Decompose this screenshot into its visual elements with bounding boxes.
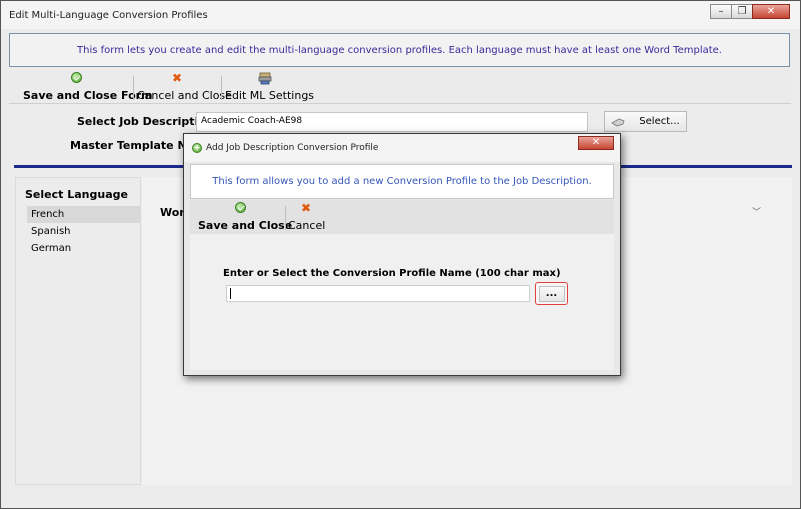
green-check-icon <box>234 202 246 213</box>
chevron-down-icon[interactable]: ﹀ <box>752 205 761 218</box>
browse-button-label: ... <box>545 288 558 299</box>
job-description-field[interactable]: Academic Coach-AE98 <box>196 112 588 132</box>
form-info-text: This form lets you create and edit the m… <box>77 44 722 56</box>
dialog-close-icon[interactable]: ✕ <box>578 136 614 150</box>
settings-stack-icon <box>258 72 272 85</box>
dialog-cancel-label: Cancel <box>288 219 326 232</box>
dialog-save-and-close-label: Save and Close <box>198 219 293 232</box>
language-item-german[interactable]: German <box>27 240 140 257</box>
dialog-body: Enter or Select the Conversion Profile N… <box>190 234 614 370</box>
form-info-banner: This form lets you create and edit the m… <box>9 33 790 67</box>
dialog-info-text: This form allows you to add a new Conver… <box>212 176 592 187</box>
browse-profile-button[interactable]: ... <box>535 282 568 305</box>
select-job-description-button[interactable]: Select... <box>604 111 687 132</box>
add-conversion-profile-dialog: + Add Job Description Conversion Profile… <box>183 133 621 376</box>
window-title: Edit Multi-Language Conversion Profiles <box>9 10 208 21</box>
save-and-close-form-button[interactable]: Save and Close Form <box>23 70 153 103</box>
job-description-value: Academic Coach-AE98 <box>201 116 303 126</box>
language-panel: Select Language French Spanish German <box>15 177 141 485</box>
language-item-french[interactable]: French <box>27 206 140 223</box>
toolbar-separator <box>133 76 134 100</box>
orange-x-icon: ✖ <box>171 71 183 85</box>
close-icon[interactable]: ✕ <box>752 4 790 19</box>
profile-name-input[interactable] <box>226 285 530 302</box>
dialog-cancel-button[interactable]: ✖ Cancel <box>288 200 326 233</box>
select-button-label: Select... <box>639 116 680 127</box>
dialog-title: Add Job Description Conversion Profile <box>206 143 379 153</box>
dialog-titlebar: + Add Job Description Conversion Profile… <box>184 134 620 162</box>
main-toolbar: Save and Close Form ✖ Cancel and Close E… <box>9 70 791 104</box>
window-titlebar: Edit Multi-Language Conversion Profiles … <box>1 1 800 29</box>
toolbar-separator <box>285 206 286 230</box>
save-and-close-form-label: Save and Close Form <box>23 89 153 102</box>
cancel-and-close-button[interactable]: ✖ Cancel and Close <box>137 70 232 103</box>
main-window: Edit Multi-Language Conversion Profiles … <box>0 0 801 509</box>
restore-icon[interactable]: ❐ <box>731 4 753 19</box>
orange-x-icon: ✖ <box>300 201 312 215</box>
select-language-heading: Select Language <box>25 188 128 201</box>
dialog-save-and-close-button[interactable]: Save and Close <box>198 200 293 233</box>
dialog-info-banner: This form allows you to add a new Conver… <box>190 164 614 199</box>
add-icon: + <box>192 143 202 153</box>
edit-ml-settings-label: Edit ML Settings <box>225 89 315 102</box>
language-item-spanish[interactable]: Spanish <box>27 223 140 240</box>
job-description-label: Select Job Description <box>77 115 214 128</box>
minimize-icon[interactable]: – <box>710 4 732 19</box>
language-list: French Spanish German <box>27 206 140 257</box>
dialog-toolbar: Save and Close ✖ Cancel <box>190 200 614 235</box>
hand-pointer-icon <box>611 118 625 126</box>
text-caret <box>230 288 231 299</box>
edit-ml-settings-button[interactable]: Edit ML Settings <box>225 70 315 103</box>
toolbar-separator <box>221 76 222 100</box>
window-controls: – ❐ ✕ <box>710 4 790 20</box>
cancel-and-close-label: Cancel and Close <box>137 89 232 102</box>
green-check-icon <box>70 72 82 83</box>
profile-name-label: Enter or Select the Conversion Profile N… <box>223 268 561 279</box>
